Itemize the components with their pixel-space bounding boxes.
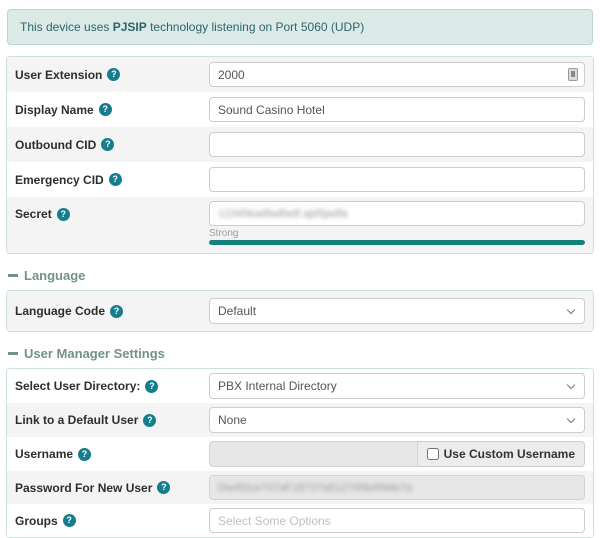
help-icon[interactable]: ?: [99, 103, 112, 116]
help-icon[interactable]: ?: [157, 481, 170, 494]
help-icon[interactable]: ?: [145, 380, 158, 393]
link-default-user-label: Link to a Default User: [15, 413, 138, 427]
user-directory-select[interactable]: PBX Internal Directory: [209, 373, 585, 399]
help-icon[interactable]: ?: [78, 448, 91, 461]
password-new-user-label-group: Password For New User ?: [15, 481, 209, 495]
outbound-cid-label-group: Outbound CID ?: [15, 138, 209, 152]
display-name-label: Display Name: [15, 103, 94, 117]
password-new-user-label: Password For New User: [15, 481, 152, 495]
groups-input[interactable]: [209, 508, 585, 533]
emergency-cid-row: Emergency CID ?: [7, 162, 593, 197]
display-name-row: Display Name ?: [7, 92, 593, 127]
strength-label: Strong: [209, 228, 585, 240]
user-extension-label-group: User Extension ?: [15, 68, 209, 82]
emergency-cid-input[interactable]: [209, 167, 585, 192]
outbound-cid-input[interactable]: [209, 132, 585, 157]
password-new-user-value: Dw4f2ce707aF18737a512705b49We7a: [218, 482, 412, 494]
username-input: [209, 441, 418, 467]
help-icon[interactable]: ?: [109, 173, 122, 186]
outbound-cid-row: Outbound CID ?: [7, 127, 593, 162]
chevron-down-icon: [567, 381, 575, 389]
link-default-user-row: Link to a Default User ? None: [7, 403, 593, 437]
language-code-select[interactable]: Default: [209, 298, 585, 324]
help-icon[interactable]: ?: [57, 208, 70, 221]
groups-label-group: Groups ?: [15, 514, 209, 528]
banner-text-prefix: This device uses: [20, 20, 113, 34]
language-code-row: Language Code ? Default: [7, 291, 593, 331]
extension-settings-page: This device uses PJSIP technology listen…: [0, 0, 600, 538]
help-icon[interactable]: ?: [101, 138, 114, 151]
username-label-group: Username ?: [15, 447, 209, 461]
help-icon[interactable]: ?: [107, 68, 120, 81]
language-code-selected-value: Default: [218, 304, 256, 318]
link-default-user-label-group: Link to a Default User ?: [15, 413, 209, 427]
link-default-user-selected-value: None: [218, 413, 247, 427]
emergency-cid-label: Emergency CID: [15, 173, 104, 187]
strength-bar: [209, 240, 585, 245]
secret-value: 12345kadfadfadf.ajd5jadfa: [218, 208, 348, 220]
user-manager-panel: Select User Directory: ? PBX Internal Di…: [6, 368, 594, 538]
user-directory-selected-value: PBX Internal Directory: [218, 379, 337, 393]
chevron-down-icon: [567, 415, 575, 423]
link-default-user-select[interactable]: None: [209, 407, 585, 433]
password-strength-meter: Strong: [209, 228, 585, 245]
select-user-directory-label: Select User Directory:: [15, 379, 140, 393]
secret-row: Secret ? 12345kadfadfadf.ajd5jadfa Stron…: [7, 197, 593, 253]
use-custom-username-checkbox[interactable]: [427, 448, 439, 460]
collapse-icon[interactable]: [8, 352, 18, 355]
pjsip-info-banner: This device uses PJSIP technology listen…: [7, 9, 593, 45]
banner-text-suffix: technology listening on Port 5060 (UDP): [147, 20, 364, 34]
groups-label: Groups: [15, 514, 58, 528]
language-section-title: Language: [24, 268, 85, 283]
user-extension-row: User Extension ?: [7, 57, 593, 92]
secret-label-group: Secret ?: [15, 201, 209, 221]
display-name-label-group: Display Name ?: [15, 103, 209, 117]
banner-technology-name: PJSIP: [113, 20, 147, 34]
help-icon[interactable]: ?: [110, 305, 123, 318]
username-row: Username ? Use Custom Username: [7, 437, 593, 471]
autofill-icon[interactable]: [568, 68, 578, 81]
extension-panel: User Extension ? Display Name ? Outbound…: [6, 56, 594, 254]
help-icon[interactable]: ?: [63, 514, 76, 527]
chevron-down-icon: [567, 306, 575, 314]
outbound-cid-label: Outbound CID: [15, 138, 96, 152]
use-custom-username-label: Use Custom Username: [444, 447, 575, 461]
user-manager-section-header: User Manager Settings: [8, 346, 592, 361]
username-label: Username: [15, 447, 73, 461]
password-new-user-row: Password For New User ? Dw4f2ce707aF1873…: [7, 471, 593, 504]
language-panel: Language Code ? Default: [6, 290, 594, 332]
language-code-label-group: Language Code ?: [15, 304, 209, 318]
language-section-header: Language: [8, 268, 592, 283]
secret-label: Secret: [15, 207, 52, 221]
use-custom-username-addon: Use Custom Username: [418, 441, 585, 467]
user-manager-section-title: User Manager Settings: [24, 346, 165, 361]
secret-input[interactable]: 12345kadfadfadf.ajd5jadfa: [209, 201, 585, 226]
emergency-cid-label-group: Emergency CID ?: [15, 173, 209, 187]
groups-row: Groups ?: [7, 504, 593, 537]
select-user-directory-label-group: Select User Directory: ?: [15, 379, 209, 393]
language-code-label: Language Code: [15, 304, 105, 318]
user-extension-input[interactable]: [209, 62, 585, 87]
user-extension-label: User Extension: [15, 68, 102, 82]
select-user-directory-row: Select User Directory: ? PBX Internal Di…: [7, 369, 593, 403]
collapse-icon[interactable]: [8, 274, 18, 277]
display-name-input[interactable]: [209, 97, 585, 122]
help-icon[interactable]: ?: [143, 414, 156, 427]
strength-track: [209, 240, 585, 245]
